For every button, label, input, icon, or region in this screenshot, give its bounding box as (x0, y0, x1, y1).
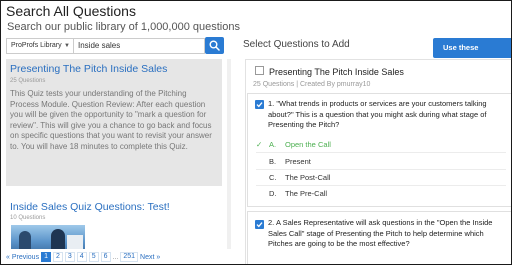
selection-heading: Select Questions to Add (243, 39, 350, 50)
result-title[interactable]: Inside Sales Quiz Questions: Test! (10, 201, 218, 213)
result-count: 25 Questions (10, 78, 46, 84)
option-letter: B. (269, 157, 277, 166)
search-icon (209, 40, 220, 51)
use-questions-button[interactable]: Use these questions (433, 38, 511, 72)
question-text: 1. "What trends in products or services … (268, 99, 510, 131)
selected-quiz-title: Presenting The Pitch Inside Sales (269, 67, 404, 77)
answer-option: B. Present (256, 157, 311, 166)
page-link[interactable]: 4 (76, 252, 87, 262)
page-link[interactable]: 3 (64, 252, 75, 262)
question-number: 2. (268, 218, 275, 227)
result-card[interactable]: Presenting The Pitch Inside Sales 25 Que… (6, 59, 222, 186)
result-card[interactable]: Inside Sales Quiz Questions: Test! 10 Qu… (6, 197, 222, 249)
app-window: Search All Questions Search our public l… (0, 0, 512, 265)
page-link[interactable]: 5 (88, 252, 99, 262)
question-checkbox[interactable] (255, 100, 264, 109)
check-icon (256, 222, 263, 228)
divider (256, 152, 506, 153)
question-number: 1. (268, 99, 275, 108)
option-text: The Pre-Call (285, 189, 328, 198)
option-letter: C. (269, 173, 277, 182)
check-icon: ✓ (256, 140, 263, 149)
select-all-checkbox[interactable] (255, 66, 264, 75)
previous-page-link[interactable]: « Previous (6, 254, 39, 261)
selected-quiz-meta: 25 Questions | Created By pmurray10 (253, 81, 371, 88)
option-text: Open the Call (285, 140, 331, 149)
results-list: Presenting The Pitch Inside Sales 25 Que… (6, 59, 222, 249)
result-title[interactable]: Presenting The Pitch Inside Sales (10, 63, 218, 75)
page-title: Search All Questions (6, 3, 136, 19)
option-text: The Post-Call (285, 173, 331, 182)
result-count: 10 Questions (10, 215, 46, 221)
option-letter: A. (269, 140, 277, 149)
library-select[interactable]: ProProfs Library ▼ (6, 38, 74, 54)
question-checkbox[interactable] (255, 220, 264, 229)
check-icon (256, 102, 263, 108)
chevron-down-icon: ▼ (64, 43, 70, 49)
page-subtitle: Search our public library of 1,000,000 q… (7, 21, 240, 33)
result-thumbnail (11, 225, 85, 249)
results-scrollbar[interactable] (227, 59, 231, 249)
divider (256, 169, 506, 170)
page-link[interactable]: 2 (52, 252, 63, 262)
page-link[interactable]: 1 (41, 252, 51, 262)
library-select-label: ProProfs Library (11, 42, 62, 49)
answer-option: ✓ A. Open the Call (256, 140, 331, 149)
page-link[interactable]: 6 (100, 252, 111, 262)
divider (256, 185, 506, 186)
question-text: 2. A Sales Representative will ask quest… (268, 218, 510, 250)
question-body: "What trends in products or services are… (268, 99, 487, 129)
result-description: This Quiz tests your understanding of th… (10, 89, 212, 151)
search-button[interactable] (205, 37, 224, 54)
option-letter: D. (269, 189, 277, 198)
next-page-link[interactable]: Next » (140, 254, 160, 261)
pagination-ellipsis: ... (112, 253, 119, 261)
option-text: Present (285, 157, 311, 166)
page-link[interactable]: 251 (120, 252, 139, 262)
answer-option: C. The Post-Call (256, 173, 330, 182)
answer-option: D. The Pre-Call (256, 189, 327, 198)
pagination: « Previous 1 2 3 4 5 6 ... 251 Next » (6, 252, 160, 262)
search-input[interactable]: Inside sales (74, 38, 205, 54)
question-body: A Sales Representative will ask question… (268, 218, 493, 248)
